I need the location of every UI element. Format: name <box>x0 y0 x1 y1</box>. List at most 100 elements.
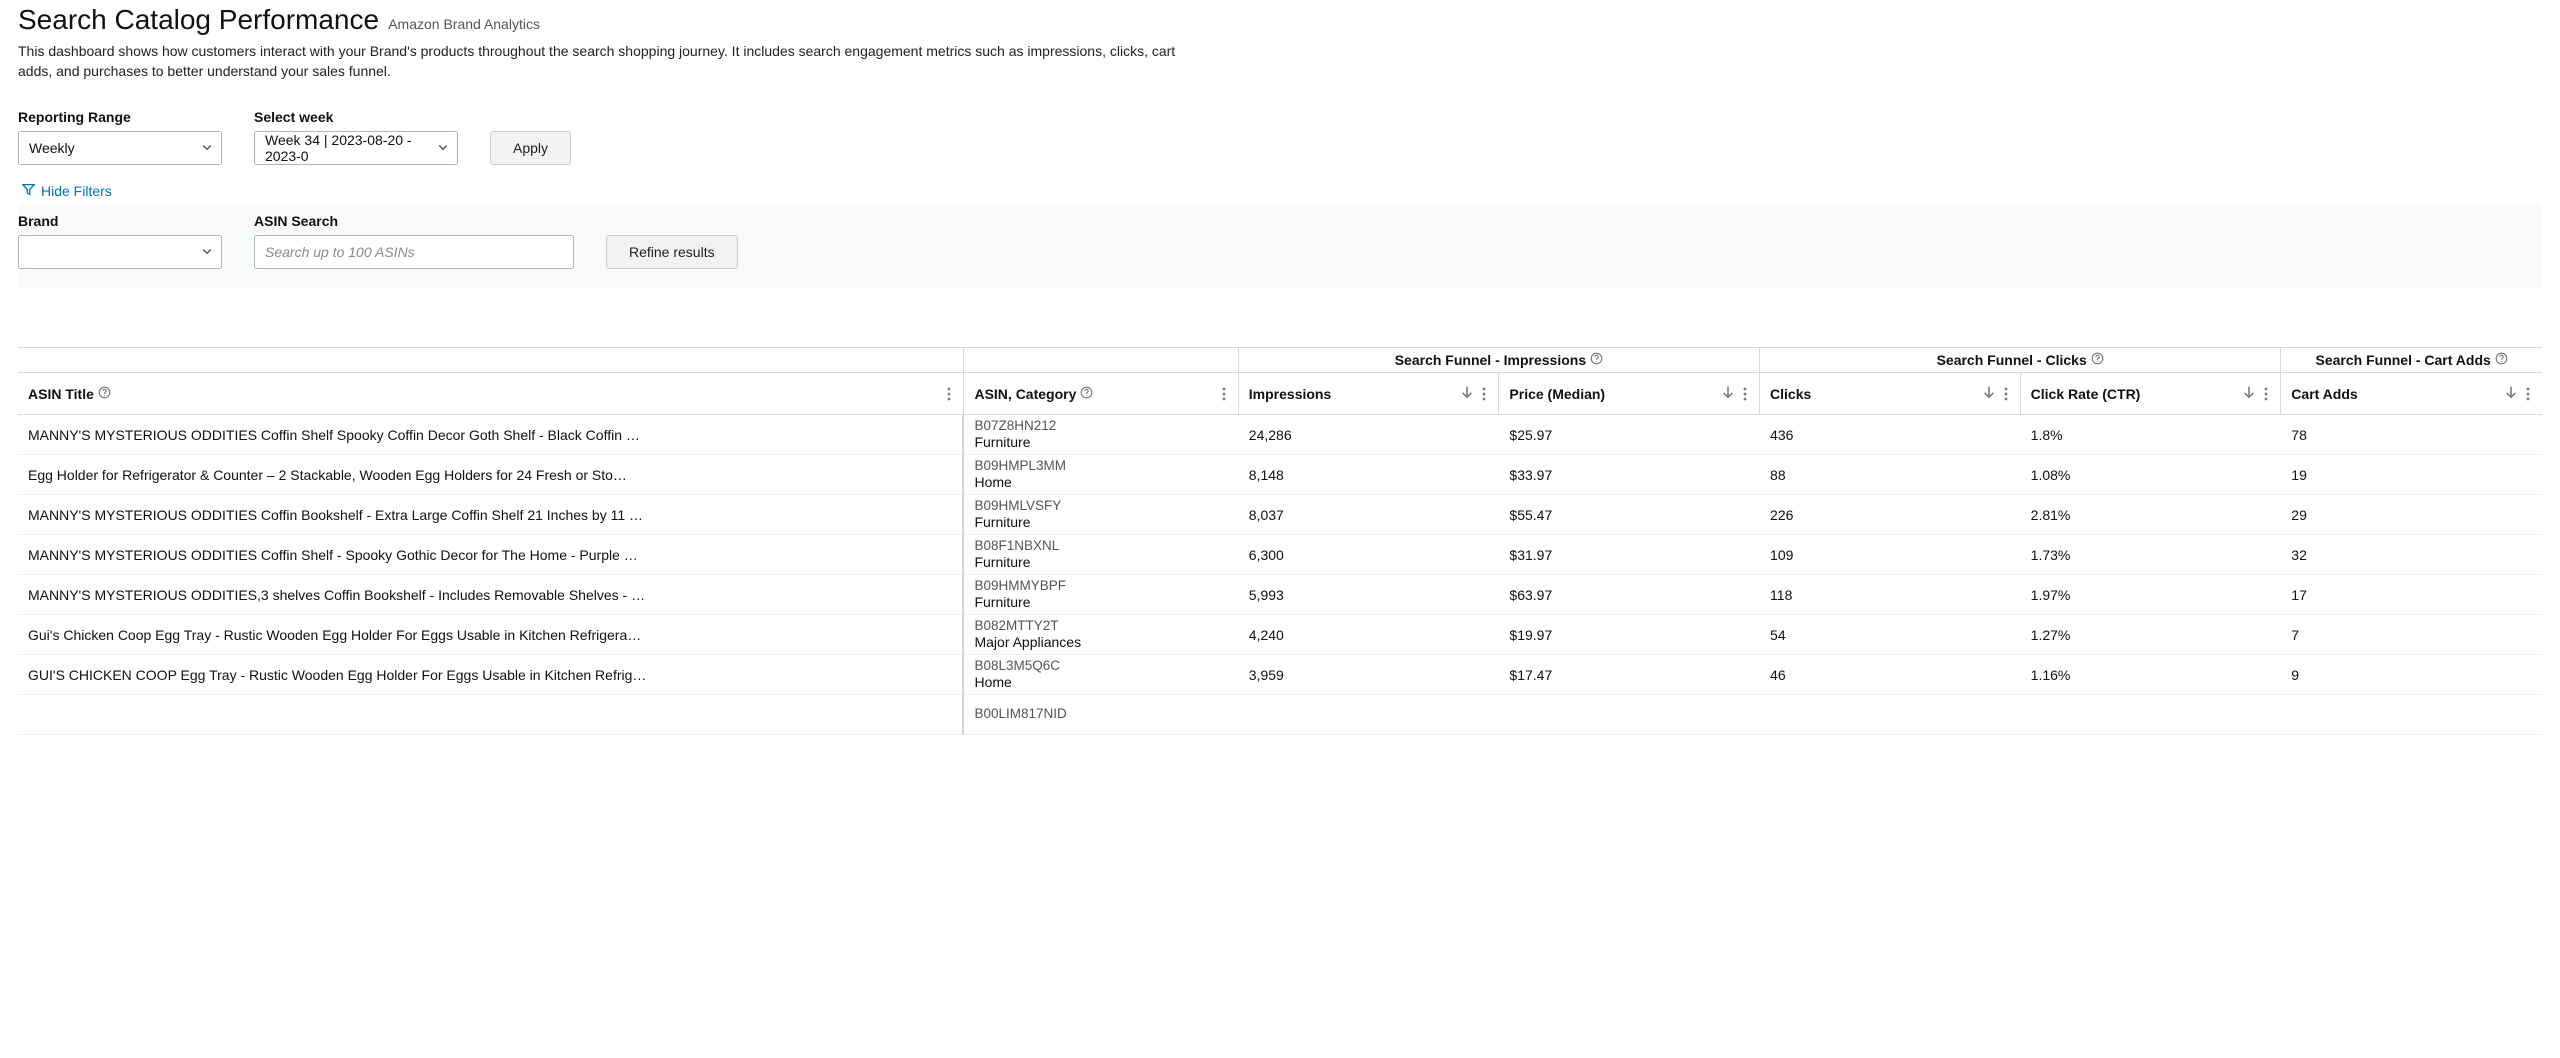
cell-cart-adds: 19 <box>2281 455 2542 495</box>
col-header-clicks[interactable]: Clicks <box>1760 373 2021 415</box>
cell-ctr: 1.8% <box>2021 415 2282 455</box>
cell-clicks: 226 <box>1760 495 2021 535</box>
sort-desc-icon[interactable] <box>2504 385 2518 402</box>
cell-cart-adds: 78 <box>2281 415 2542 455</box>
cell-asin-category: B09HMLVSFYFurniture <box>964 495 1238 535</box>
table-row[interactable]: Gui's Chicken Coop Egg Tray - Rustic Woo… <box>18 615 2542 655</box>
column-menu-icon[interactable] <box>945 385 953 403</box>
table-row[interactable]: MANNY'S MYSTERIOUS ODDITIES Coffin Books… <box>18 495 2542 535</box>
cell-impressions: 8,148 <box>1239 455 1500 495</box>
filter-icon <box>22 183 35 199</box>
cell-asin-title: MANNY'S MYSTERIOUS ODDITIES Coffin Books… <box>18 495 964 535</box>
help-icon[interactable] <box>1590 352 1603 368</box>
brand-label: Brand <box>18 213 222 229</box>
cell-impressions: 8,037 <box>1239 495 1500 535</box>
col-header-ctr-label: Click Rate (CTR) <box>2031 386 2141 402</box>
chevron-down-icon <box>201 140 213 156</box>
sort-desc-icon[interactable] <box>1460 385 1474 402</box>
col-header-price-median-label: Price (Median) <box>1509 386 1605 402</box>
column-menu-icon[interactable] <box>1480 385 1488 403</box>
page-description: This dashboard shows how customers inter… <box>18 42 1178 81</box>
cell-cart-adds: 32 <box>2281 535 2542 575</box>
help-icon[interactable] <box>1080 386 1093 402</box>
sort-desc-icon[interactable] <box>2242 385 2256 402</box>
cell-price-median: $63.97 <box>1499 575 1760 615</box>
col-header-impressions[interactable]: Impressions <box>1239 373 1500 415</box>
cell-ctr: 1.27% <box>2021 615 2282 655</box>
cell-asin-category: B08L3M5Q6CHome <box>964 655 1238 695</box>
cell-asin-category: B08F1NBXNLFurniture <box>964 535 1238 575</box>
cell-ctr: 1.16% <box>2021 655 2282 695</box>
cell-impressions: 4,240 <box>1239 615 1500 655</box>
help-icon[interactable] <box>2091 352 2104 368</box>
cell-asin-title: Egg Holder for Refrigerator & Counter – … <box>18 455 964 495</box>
filter-area: Brand ASIN Search Refine results <box>18 203 2542 289</box>
cell-asin-title: MANNY'S MYSTERIOUS ODDITIES Coffin Shelf… <box>18 535 964 575</box>
asin-search-input[interactable] <box>254 235 574 269</box>
apply-button[interactable]: Apply <box>490 131 571 165</box>
col-header-price-median[interactable]: Price (Median) <box>1499 373 1760 415</box>
table-row[interactable]: Egg Holder for Refrigerator & Counter – … <box>18 455 2542 495</box>
table-row[interactable]: MANNY'S MYSTERIOUS ODDITIES Coffin Shelf… <box>18 415 2542 455</box>
select-week-select[interactable]: Week 34 | 2023-08-20 - 2023-0 <box>254 131 458 165</box>
group-header-clicks: Search Funnel - Clicks <box>1760 347 2281 373</box>
reporting-range-value: Weekly <box>29 140 75 156</box>
chevron-down-icon <box>201 244 213 260</box>
page-title: Search Catalog Performance <box>18 4 379 35</box>
cell-asin-title: MANNY'S MYSTERIOUS ODDITIES,3 shelves Co… <box>18 575 964 615</box>
group-header-cart-adds: Search Funnel - Cart Adds <box>2281 347 2542 373</box>
cell-price-median: $33.97 <box>1499 455 1760 495</box>
cell-cart-adds: 29 <box>2281 495 2542 535</box>
brand-select[interactable] <box>18 235 222 269</box>
cell-ctr: 1.73% <box>2021 535 2282 575</box>
reporting-range-select[interactable]: Weekly <box>18 131 222 165</box>
cell-cart-adds: 7 <box>2281 615 2542 655</box>
cell-price-median: $17.47 <box>1499 655 1760 695</box>
hide-filters-label: Hide Filters <box>41 183 112 199</box>
cell-price-median: $55.47 <box>1499 495 1760 535</box>
cell-impressions: 6,300 <box>1239 535 1500 575</box>
sort-desc-icon[interactable] <box>1982 385 1996 402</box>
results-table: Search Funnel - Impressions Search Funne… <box>18 347 2542 735</box>
column-menu-icon[interactable] <box>2002 385 2010 403</box>
help-icon[interactable] <box>98 386 111 402</box>
refine-results-button[interactable]: Refine results <box>606 235 738 269</box>
cell-asin-category: B07Z8HN212Furniture <box>964 415 1238 455</box>
select-week-label: Select week <box>254 109 458 125</box>
cell-clicks: 88 <box>1760 455 2021 495</box>
group-header-cart-adds-label: Search Funnel - Cart Adds <box>2316 352 2491 368</box>
cell-asin-title: GUI'S CHICKEN COOP Egg Tray - Rustic Woo… <box>18 655 964 695</box>
table-row[interactable]: GUI'S CHICKEN COOP Egg Tray - Rustic Woo… <box>18 655 2542 695</box>
col-header-ctr[interactable]: Click Rate (CTR) <box>2021 373 2282 415</box>
asin-search-label: ASIN Search <box>254 213 574 229</box>
cell-asin-title <box>18 695 964 735</box>
cell-impressions: 24,286 <box>1239 415 1500 455</box>
hide-filters-toggle[interactable]: Hide Filters <box>18 181 116 201</box>
col-header-impressions-label: Impressions <box>1249 386 1331 402</box>
column-menu-icon[interactable] <box>2262 385 2270 403</box>
cell-clicks: 436 <box>1760 415 2021 455</box>
cell-impressions: 5,993 <box>1239 575 1500 615</box>
table-row[interactable]: B00LIM817NID <box>18 695 2542 735</box>
column-menu-icon[interactable] <box>1220 385 1228 403</box>
help-icon[interactable] <box>2495 352 2508 368</box>
chevron-down-icon <box>437 140 449 156</box>
cell-clicks: 46 <box>1760 655 2021 695</box>
table-row[interactable]: MANNY'S MYSTERIOUS ODDITIES,3 shelves Co… <box>18 575 2542 615</box>
col-header-asin-category[interactable]: ASIN, Category <box>964 373 1238 415</box>
cell-asin-category: B09HMPL3MMHome <box>964 455 1238 495</box>
column-menu-icon[interactable] <box>1741 385 1749 403</box>
table-row[interactable]: MANNY'S MYSTERIOUS ODDITIES Coffin Shelf… <box>18 535 2542 575</box>
sort-desc-icon[interactable] <box>1721 385 1735 402</box>
col-header-cart-adds[interactable]: Cart Adds <box>2281 373 2542 415</box>
cell-asin-title: MANNY'S MYSTERIOUS ODDITIES Coffin Shelf… <box>18 415 964 455</box>
cell-impressions: 3,959 <box>1239 655 1500 695</box>
column-menu-icon[interactable] <box>2524 385 2532 403</box>
cell-asin-category: B09HMMYBPFFurniture <box>964 575 1238 615</box>
reporting-range-label: Reporting Range <box>18 109 222 125</box>
col-header-asin-title[interactable]: ASIN Title <box>18 373 964 415</box>
group-header-blank-2 <box>964 347 1238 373</box>
group-header-clicks-label: Search Funnel - Clicks <box>1937 352 2087 368</box>
cell-cart-adds: 17 <box>2281 575 2542 615</box>
group-header-impressions: Search Funnel - Impressions <box>1239 347 1760 373</box>
